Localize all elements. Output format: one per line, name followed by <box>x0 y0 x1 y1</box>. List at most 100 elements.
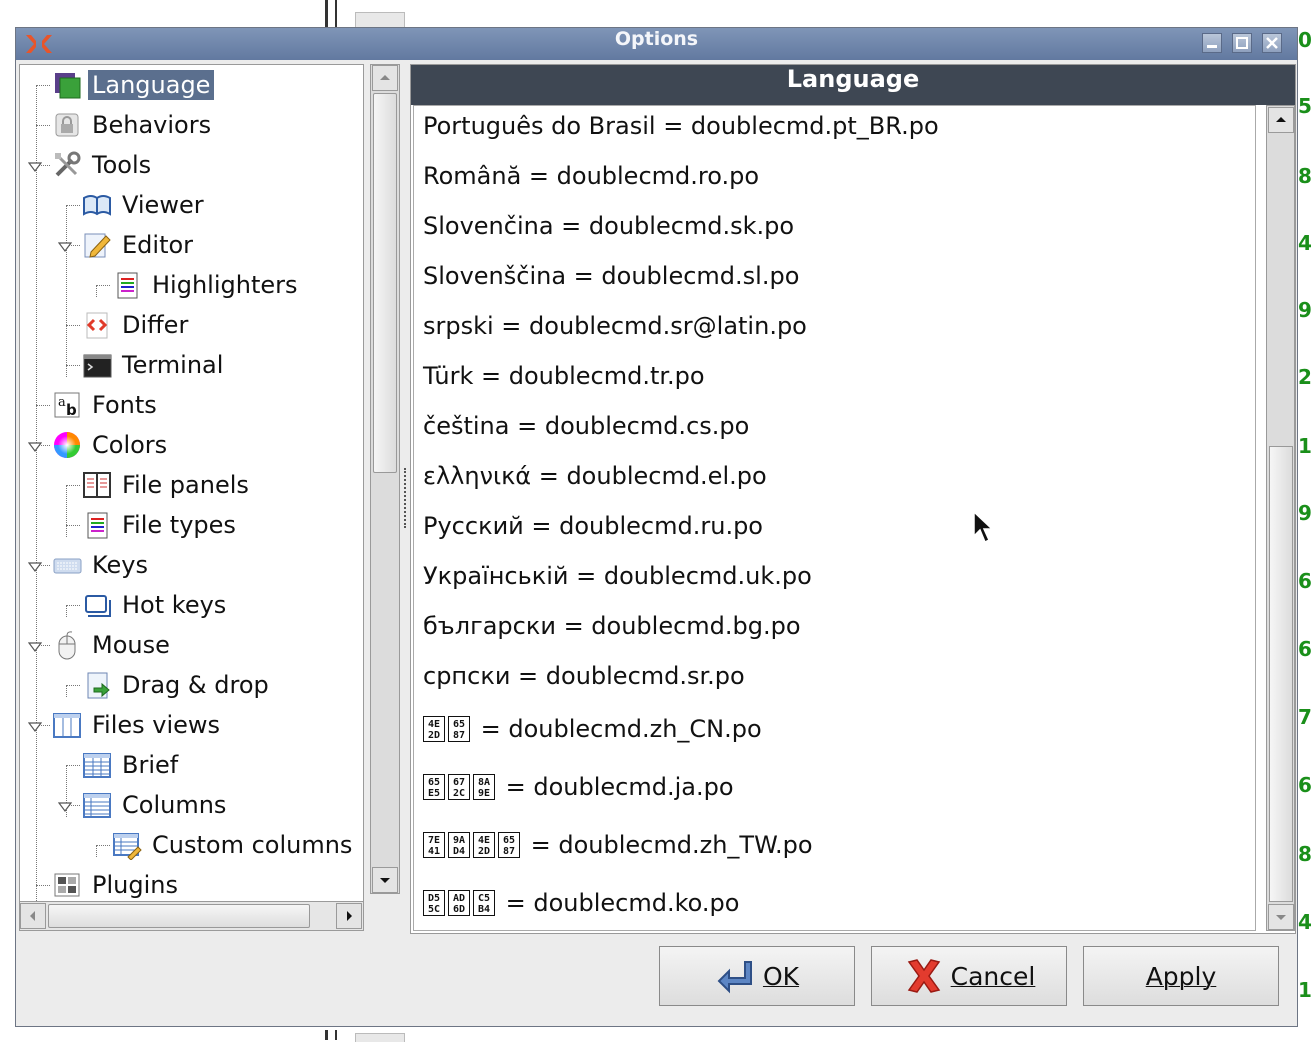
missing-glyph-box: D5 5C <box>423 890 445 916</box>
drag-drop-icon <box>87 672 110 699</box>
tree-item-label: Viewer <box>122 191 204 219</box>
missing-glyph-box: C5 B4 <box>473 890 495 916</box>
tree-expander-icon[interactable] <box>28 442 42 452</box>
close-icon <box>1266 37 1278 49</box>
code-diff-icon <box>86 312 108 339</box>
language-option[interactable]: srpski = doublecmd.sr@latin.po <box>423 308 807 344</box>
tree-item-file-panels[interactable]: File panels <box>82 467 253 503</box>
tree-item-custom-columns[interactable]: Custom columns <box>112 827 356 863</box>
close-button[interactable] <box>1262 33 1282 53</box>
language-option[interactable]: български = doublecmd.bg.po <box>423 608 801 644</box>
tree-item-colors[interactable]: Colors <box>52 427 171 463</box>
glyph-code-bottom: B4 <box>477 904 491 915</box>
missing-glyph-box: 9A D4 <box>448 832 470 858</box>
tree-item-differ[interactable]: Differ <box>82 307 192 343</box>
keyboard-icon <box>53 558 82 574</box>
tree-item-label: Language <box>88 70 215 100</box>
tree-item-viewer[interactable]: Viewer <box>82 187 208 223</box>
language-list[interactable]: Português do Brasil = doublecmd.pt_BR.po… <box>413 105 1256 931</box>
tree-expander-icon[interactable] <box>28 562 42 572</box>
maximize-button[interactable] <box>1232 33 1252 53</box>
language-list-scrollbar[interactable] <box>1266 105 1295 931</box>
tree-item-behaviors[interactable]: Behaviors <box>52 107 215 143</box>
scroll-right-button[interactable] <box>336 903 362 929</box>
missing-glyph-box: AD 6D <box>448 890 470 916</box>
vertical-scroll-thumb[interactable] <box>373 93 397 473</box>
minimize-button[interactable] <box>1202 33 1222 53</box>
tree-guide-line <box>36 85 50 86</box>
tree-expander-icon[interactable] <box>28 722 42 732</box>
glyph-code-top: D5 <box>427 893 441 904</box>
tools-icon <box>55 151 81 177</box>
tree-item-plugins[interactable]: Plugins <box>52 867 182 903</box>
language-option[interactable]: Slovenščina = doublecmd.sl.po <box>423 258 799 294</box>
tree-item-tools[interactable]: Tools <box>52 147 155 183</box>
color-wheel-icon <box>54 432 80 458</box>
arrow-left-icon <box>30 911 35 921</box>
tree-item-label: Files views <box>92 711 221 739</box>
title-bar[interactable]: Options <box>16 28 1297 60</box>
tree-item-fonts[interactable]: a b Fonts <box>52 387 161 423</box>
language-option[interactable]: Türk = doublecmd.tr.po <box>423 358 705 394</box>
tree-item-terminal[interactable]: Terminal <box>82 347 227 383</box>
vertical-scroll-thumb[interactable] <box>1269 446 1293 902</box>
scroll-up-button[interactable] <box>1268 107 1294 133</box>
tree-item-hot-keys[interactable]: Hot keys <box>82 587 230 623</box>
ok-button[interactable]: OK <box>659 946 855 1006</box>
language-option[interactable]: Português do Brasil = doublecmd.pt_BR.po <box>423 108 939 144</box>
tree-expander-icon[interactable] <box>28 162 42 172</box>
tree-guide-line <box>96 285 110 286</box>
tree-guide-line <box>66 525 80 526</box>
horizontal-scroll-thumb[interactable] <box>48 904 310 928</box>
tree-item-columns[interactable]: Columns <box>82 787 230 823</box>
glyph-code-top: 8A <box>477 777 491 788</box>
tree-item-editor[interactable]: Editor <box>82 227 197 263</box>
language-option[interactable]: 65 E5 67 2C 8A 9E = doublecmd.ja.po <box>423 767 734 807</box>
language-option[interactable]: ελληνικά = doublecmd.el.po <box>423 458 767 494</box>
language-option[interactable]: Slovenčina = doublecmd.sk.po <box>423 208 794 244</box>
cancel-label: Cancel <box>950 961 1036 991</box>
language-option[interactable]: Українській = doublecmd.uk.po <box>423 558 812 594</box>
scroll-down-button[interactable] <box>372 867 398 893</box>
language-option[interactable]: 7E 41 9A D4 4E 2D 65 87 = doublecmd.zh_TW.po <box>423 825 813 865</box>
language-option[interactable]: 4E 2D 65 87 = doublecmd.zh_CN.po <box>423 709 762 749</box>
tree-guide-line <box>96 285 97 297</box>
tree-item-label: Fonts <box>92 391 157 419</box>
glyph-code-bottom: 87 <box>452 730 466 741</box>
background-digit: 1 <box>1298 434 1311 458</box>
document-icon <box>117 272 138 299</box>
tree-item-mouse[interactable]: Mouse <box>52 627 174 663</box>
tree-item-label: Hot keys <box>122 591 227 619</box>
scroll-up-button[interactable] <box>372 65 398 91</box>
scroll-left-button[interactable] <box>20 903 46 929</box>
options-tree[interactable]: Language Behaviors Tools Viewer Editor Highli… <box>19 64 364 930</box>
scroll-down-button[interactable] <box>1268 904 1294 930</box>
apply-button[interactable]: Apply <box>1083 946 1279 1006</box>
tree-item-drag-drop[interactable]: Drag & drop <box>82 667 273 703</box>
background-divider <box>325 1030 328 1040</box>
language-option[interactable]: српски = doublecmd.sr.po <box>423 658 745 694</box>
language-option[interactable]: D5 5C AD 6D C5 B4 = doublecmd.ko.po <box>423 883 739 923</box>
language-option[interactable]: čeština = doublecmd.cs.po <box>423 408 749 444</box>
tree-guide-line <box>36 405 50 406</box>
tree-item-label: Colors <box>92 431 168 459</box>
tree-item-keys[interactable]: Keys <box>52 547 152 583</box>
tree-item-file-types[interactable]: File types <box>82 507 240 543</box>
tree-horizontal-scrollbar[interactable] <box>19 901 364 931</box>
glyph-code-bottom: D4 <box>452 846 466 857</box>
cancel-button[interactable]: Cancel <box>871 946 1067 1006</box>
tree-expander-icon[interactable] <box>28 642 42 652</box>
language-option[interactable]: Русский = doublecmd.ru.po <box>423 508 763 544</box>
background-digit: 2 <box>1298 365 1311 389</box>
tree-guide-line <box>66 685 80 686</box>
lock-icon <box>55 113 79 137</box>
tree-item-highlighters[interactable]: Highlighters <box>112 267 302 303</box>
tree-vertical-scrollbar[interactable] <box>370 64 400 894</box>
tree-item-files-views[interactable]: Files views <box>52 707 224 743</box>
tree-expander-icon[interactable] <box>58 802 72 812</box>
language-option[interactable]: Română = doublecmd.ro.po <box>423 158 759 194</box>
tree-expander-icon[interactable] <box>58 242 72 252</box>
glyph-code-bottom: E5 <box>427 788 441 799</box>
tree-item-language[interactable]: Language <box>52 67 215 103</box>
tree-item-brief[interactable]: Brief <box>82 747 182 783</box>
